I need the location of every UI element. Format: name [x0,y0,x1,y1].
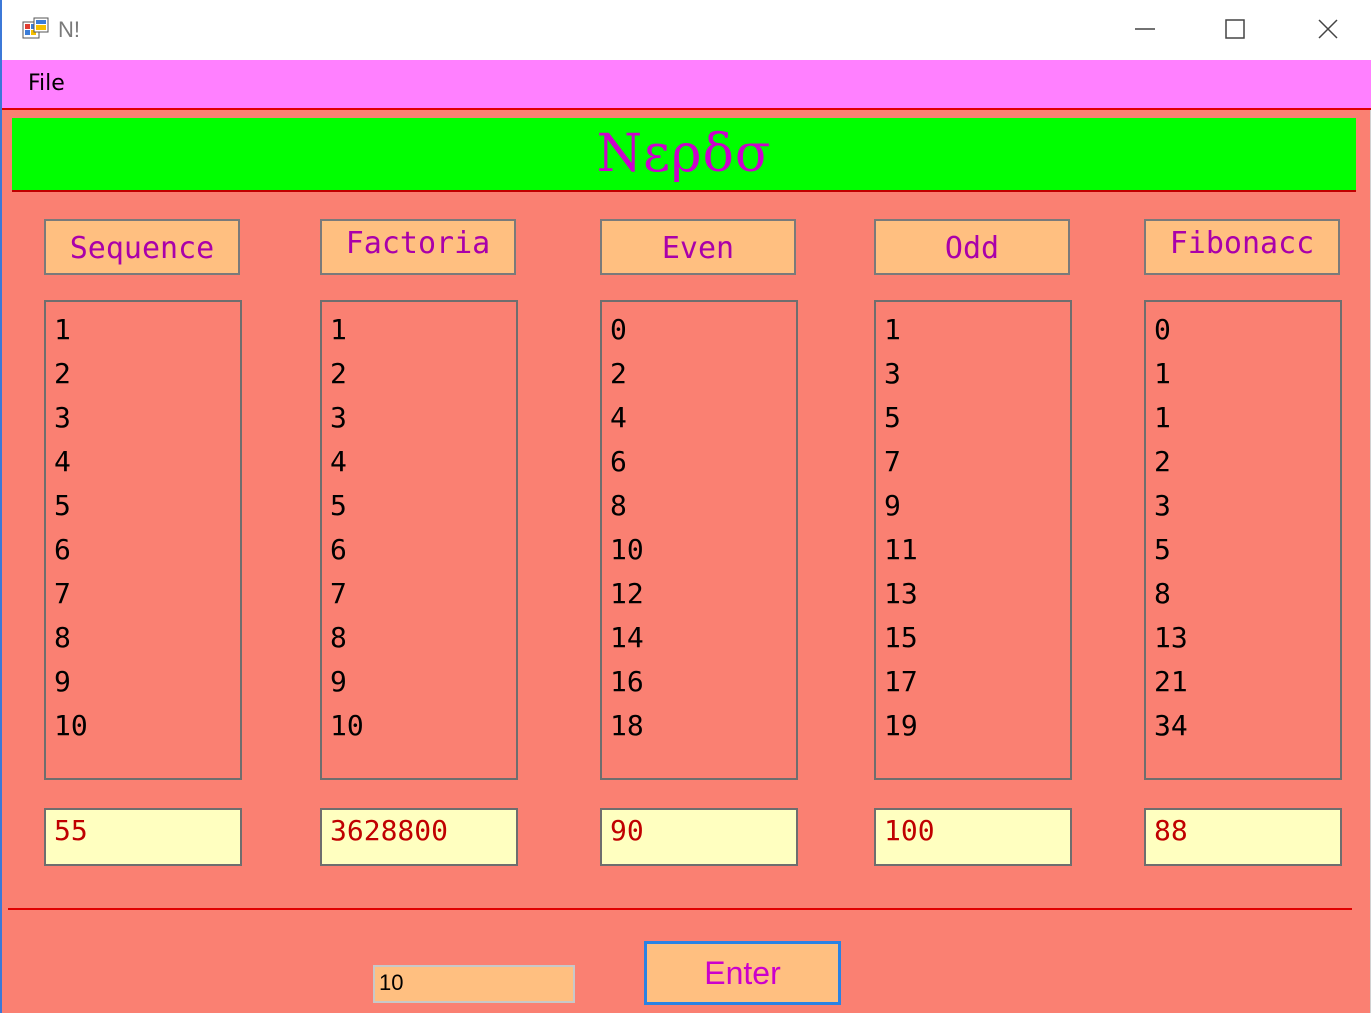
list-item[interactable]: 1 [884,308,1070,352]
minimize-button[interactable] [1100,0,1190,58]
list-item[interactable]: 7 [330,572,516,616]
list-item[interactable]: 8 [330,616,516,660]
list-item[interactable]: 9 [54,660,240,704]
title-bar[interactable]: N! [2,0,1371,60]
list-item[interactable]: 17 [884,660,1070,704]
banner-text: Νερδσ [596,124,772,184]
list-item[interactable]: 3 [1154,484,1340,528]
list-item[interactable]: 1 [330,308,516,352]
list-item[interactable]: 6 [330,528,516,572]
list-item[interactable]: 7 [884,440,1070,484]
list-item[interactable]: 10 [54,704,240,748]
list-item[interactable]: 14 [610,616,796,660]
list-item[interactable]: 15 [884,616,1070,660]
list-item[interactable]: 2 [330,352,516,396]
list-item[interactable]: 10 [610,528,796,572]
even-listbox[interactable]: 0 2 4 6 8 10 12 14 16 18 [600,300,798,780]
list-item[interactable]: 19 [884,704,1070,748]
list-item[interactable]: 7 [54,572,240,616]
list-item[interactable]: 5 [54,484,240,528]
list-item[interactable]: 5 [884,396,1070,440]
list-item[interactable]: 6 [610,440,796,484]
menu-file[interactable]: File [28,71,65,96]
fibonacci-header: Fibonacc [1144,219,1340,275]
even-header: Even [600,219,796,275]
title-banner: Νερδσ [12,118,1356,192]
minimize-icon [1135,28,1155,30]
list-item[interactable]: 8 [610,484,796,528]
odd-listbox[interactable]: 1 3 5 7 9 11 13 15 17 19 [874,300,1072,780]
maximize-icon [1225,19,1245,39]
list-item[interactable]: 11 [884,528,1070,572]
sequence-listbox[interactable]: 1 2 3 4 5 6 7 8 9 10 [44,300,242,780]
list-item[interactable]: 9 [884,484,1070,528]
list-item[interactable]: 21 [1154,660,1340,704]
factorial-result-field[interactable]: 3628800 [320,808,518,866]
list-item[interactable]: 1 [1154,396,1340,440]
n-input-field[interactable]: 10 [373,965,575,1003]
list-item[interactable]: 4 [330,440,516,484]
list-item[interactable]: 9 [330,660,516,704]
menu-bar: File [2,60,1371,110]
maximize-button[interactable] [1190,0,1280,58]
list-item[interactable]: 3 [330,396,516,440]
list-item[interactable]: 10 [330,704,516,748]
separator-line [8,908,1352,910]
list-item[interactable]: 16 [610,660,796,704]
factorial-listbox[interactable]: 1 2 3 4 5 6 7 8 9 10 [320,300,518,780]
fibonacci-sum-field[interactable]: 88 [1144,808,1342,866]
factorial-header: Factoria [320,219,516,275]
list-item[interactable]: 6 [54,528,240,572]
list-item[interactable]: 18 [610,704,796,748]
list-item[interactable]: 1 [1154,352,1340,396]
list-item[interactable]: 2 [54,352,240,396]
window-title: N! [58,17,80,42]
app-icon [22,17,49,39]
list-item[interactable]: 5 [330,484,516,528]
sequence-sum-field[interactable]: 55 [44,808,242,866]
close-button[interactable] [1283,0,1371,58]
list-item[interactable]: 8 [54,616,240,660]
odd-sum-field[interactable]: 100 [874,808,1072,866]
list-item[interactable]: 13 [1154,616,1340,660]
close-icon [1318,19,1338,39]
sequence-header: Sequence [44,219,240,275]
fibonacci-listbox[interactable]: 0 1 1 2 3 5 8 13 21 34 [1144,300,1342,780]
enter-button[interactable]: Enter [644,941,841,1005]
even-sum-field[interactable]: 90 [600,808,798,866]
list-item[interactable]: 2 [1154,440,1340,484]
list-item[interactable]: 3 [884,352,1070,396]
list-item[interactable]: 1 [54,308,240,352]
list-item[interactable]: 12 [610,572,796,616]
list-item[interactable]: 4 [54,440,240,484]
app-window: N! File Νερδσ Sequence 1 2 3 4 5 6 7 8 9… [0,0,1371,1013]
list-item[interactable]: 4 [610,396,796,440]
list-item[interactable]: 8 [1154,572,1340,616]
list-item[interactable]: 34 [1154,704,1340,748]
list-item[interactable]: 0 [1154,308,1340,352]
list-item[interactable]: 5 [1154,528,1340,572]
list-item[interactable]: 3 [54,396,240,440]
list-item[interactable]: 0 [610,308,796,352]
odd-header: Odd [874,219,1070,275]
list-item[interactable]: 13 [884,572,1070,616]
list-item[interactable]: 2 [610,352,796,396]
enter-button-label: Enter [704,954,781,991]
